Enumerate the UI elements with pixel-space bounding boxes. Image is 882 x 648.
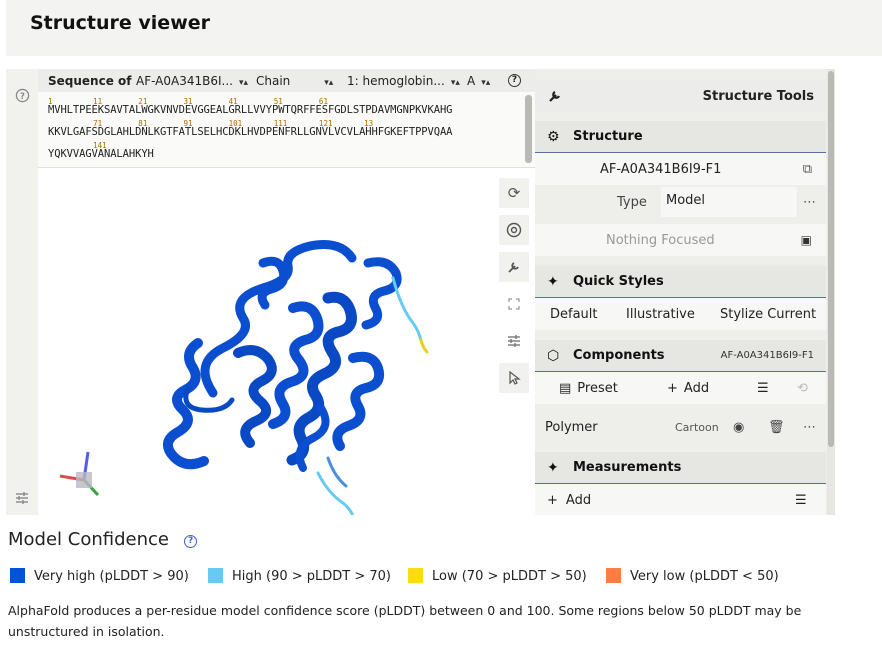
structure-id: AF-A0A341B6I9-F1: [600, 161, 722, 177]
svg-text:?: ?: [20, 91, 25, 101]
tools-scrollbar[interactable]: [827, 69, 835, 515]
sequence-help-icon[interactable]: ?: [508, 74, 521, 87]
confidence-heading: Model Confidence ?: [8, 529, 198, 550]
confidence-help-icon[interactable]: ?: [184, 535, 198, 548]
screenshot-button[interactable]: [499, 215, 529, 245]
focus-status: Nothing Focused: [606, 232, 715, 248]
quick-styles-header[interactable]: ✦ Quick Styles: [535, 266, 826, 298]
magic-wand-icon: ✦: [547, 273, 559, 290]
expand-icon: [508, 298, 520, 310]
controls-button[interactable]: [499, 326, 529, 356]
cursor-icon: [509, 371, 521, 385]
legend-swatch: [408, 568, 423, 583]
focus-icon[interactable]: ▣: [801, 233, 812, 247]
visibility-icon[interactable]: ◉: [733, 420, 744, 435]
style-current-button[interactable]: Stylize Current: [720, 307, 816, 322]
delete-icon[interactable]: 🗑: [768, 420, 785, 435]
type-label: Type: [617, 194, 647, 210]
preset-button[interactable]: ▤ Preset: [559, 381, 618, 396]
polymer-row[interactable]: Polymer Cartoon ◉ 🗑 ⋯: [535, 411, 826, 443]
style-default-button[interactable]: Default: [550, 307, 598, 322]
type-value[interactable]: Model: [661, 187, 797, 217]
legend-item: High (90 > pLDDT > 70): [208, 568, 391, 584]
sliders-icon[interactable]: [14, 491, 30, 507]
structure-tools-panel: Structure Tools ⚙ Structure AF-A0A341B6I…: [535, 69, 835, 515]
chain-select[interactable]: 1: hemoglobin... ▾▴: [347, 74, 460, 88]
add-measurement-button[interactable]: + Add: [547, 493, 591, 508]
sequence-panel: Sequence of AF-A0A341B6I... ▾▴ Chain ▾▴ 1:…: [38, 69, 535, 168]
settings-button[interactable]: [499, 252, 529, 282]
legend-swatch: [606, 568, 621, 583]
polymer-label: Polymer: [545, 419, 598, 435]
components-header[interactable]: ⬡ Components AF-A0A341B6I9-F1: [535, 340, 826, 372]
tools-header: Structure Tools: [535, 79, 826, 113]
structure-canvas[interactable]: ⟳: [38, 168, 535, 515]
gear-icon: ⚙: [547, 128, 560, 145]
style-illustrative-button[interactable]: Illustrative: [626, 307, 695, 322]
more-icon[interactable]: ⋯: [803, 420, 816, 435]
legend-item: Low (70 > pLDDT > 50): [408, 568, 587, 584]
component-options-icon[interactable]: ☰: [757, 381, 769, 396]
structure-section-header[interactable]: ⚙ Structure: [535, 121, 826, 153]
reset-camera-button[interactable]: ⟳: [499, 178, 529, 208]
legend-item: Very low (pLDDT < 50): [606, 568, 779, 584]
structure-id-row[interactable]: AF-A0A341B6I9-F1 ⧉: [535, 153, 826, 185]
confidence-legend: Very high (pLDDT > 90) High (90 > pLDDT …: [10, 568, 870, 588]
legend-swatch: [208, 568, 223, 583]
plus-icon: +: [547, 492, 558, 508]
measurement-options-icon[interactable]: ☰: [795, 493, 807, 508]
sequence-scrollbar[interactable]: [525, 95, 532, 163]
letter-select[interactable]: A ▾▴: [467, 74, 490, 88]
structure-type-row: Type Model ⋯: [535, 187, 826, 217]
page-header: Structure viewer: [6, 0, 882, 56]
canvas-toolbar: ⟳: [499, 178, 531, 400]
components-id: AF-A0A341B6I9-F1: [720, 350, 814, 361]
measurements-header[interactable]: ✦ Measurements: [535, 452, 826, 484]
reset-icon: ⟳: [507, 184, 521, 202]
help-icon[interactable]: ?: [14, 88, 30, 104]
selection-mode-button[interactable]: [499, 363, 529, 393]
mode-select[interactable]: Chain ▾▴: [256, 74, 333, 88]
more-icon[interactable]: ⋯: [803, 195, 816, 210]
measurements-actions: + Add ☰: [535, 484, 826, 515]
representation-label: Cartoon: [675, 420, 719, 434]
quick-styles-row: Default Illustrative Stylize Current: [535, 298, 826, 330]
sequence-toolbar: Sequence of AF-A0A341B6I... ▾▴ Chain ▾▴ 1:…: [38, 69, 535, 92]
wrench-icon: [549, 91, 560, 102]
bookmark-icon: ▤: [559, 380, 572, 396]
ruler-icon: ✦: [547, 459, 559, 476]
cube-icon: ⬡: [547, 347, 560, 364]
sequence-label: Sequence of: [48, 74, 132, 88]
left-strip: ?: [6, 69, 38, 515]
tools-title: Structure Tools: [702, 88, 814, 104]
legend-item: Very high (pLDDT > 90): [10, 568, 189, 584]
page-title: Structure viewer: [30, 12, 210, 34]
focus-row: Nothing Focused ▣: [535, 224, 826, 256]
sliders-icon: [508, 335, 520, 347]
structure-viewer: ? Sequence of AF-A0A341B6I... ▾▴ Chain ▾▴ …: [6, 69, 835, 515]
axes-gizmo: [59, 451, 100, 497]
add-component-button[interactable]: + Add: [667, 381, 709, 396]
plus-icon: +: [667, 380, 678, 396]
entry-select[interactable]: AF-A0A341B6I... ▾▴: [136, 74, 248, 88]
expand-button[interactable]: [499, 289, 529, 319]
undo-icon[interactable]: ⟲: [797, 381, 808, 396]
confidence-description: AlphaFold produces a per-residue model c…: [8, 603, 802, 639]
screenshot-icon: [506, 222, 522, 238]
wrench-icon: [508, 262, 519, 273]
components-actions: ▤ Preset + Add ☰ ⟲: [535, 372, 826, 404]
legend-swatch: [10, 568, 25, 583]
copy-icon[interactable]: ⧉: [803, 162, 812, 177]
